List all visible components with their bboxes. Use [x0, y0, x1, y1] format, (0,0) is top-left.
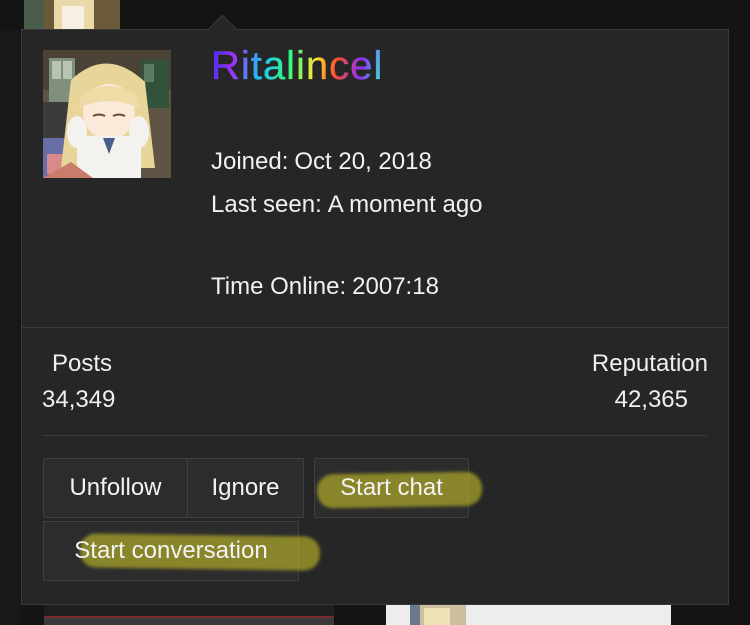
last-seen-label: Last seen:: [211, 191, 322, 218]
divider: [22, 327, 728, 328]
ignore-button[interactable]: Ignore: [187, 458, 304, 518]
divider: [43, 435, 707, 436]
avatar[interactable]: [43, 50, 171, 178]
start-conversation-label: Start conversation: [74, 537, 268, 564]
username[interactable]: Ritalincel: [211, 44, 383, 89]
posts-count[interactable]: 34,349: [42, 386, 115, 414]
time-online-label: Time Online:: [211, 273, 347, 300]
reputation-count: 42,365: [614, 386, 688, 413]
reputation-label: Reputation: [591, 350, 708, 377]
time-online-info: Time Online: 2007:18: [211, 273, 439, 301]
unfollow-label: Unfollow: [69, 474, 162, 501]
start-chat-button[interactable]: Start chat: [314, 458, 483, 518]
joined-label: Joined:: [211, 148, 289, 175]
member-tooltip-card: Ritalincel Joined: Oct 20, 2018 Last seen…: [21, 14, 729, 605]
unfollow-button[interactable]: Unfollow: [43, 458, 188, 518]
background-thumbnail: [24, 0, 120, 30]
posts-label[interactable]: Posts: [52, 350, 112, 378]
page: Ritalincel Joined: Oct 20, 2018 Last seen…: [0, 0, 750, 625]
ignore-label: Ignore: [211, 474, 280, 501]
joined-info: Joined: Oct 20, 2018: [211, 148, 432, 176]
last-seen-value: A moment ago: [327, 191, 483, 218]
joined-value: Oct 20, 2018: [294, 148, 432, 175]
start-chat-label: Start chat: [340, 474, 443, 501]
time-online-value: 2007:18: [352, 273, 439, 300]
last-seen-info: Last seen: A moment ago: [211, 191, 483, 219]
background-panel: [0, 30, 20, 625]
start-conversation-button[interactable]: Start conversation: [43, 521, 321, 581]
tooltip-arrow: [207, 14, 238, 45]
